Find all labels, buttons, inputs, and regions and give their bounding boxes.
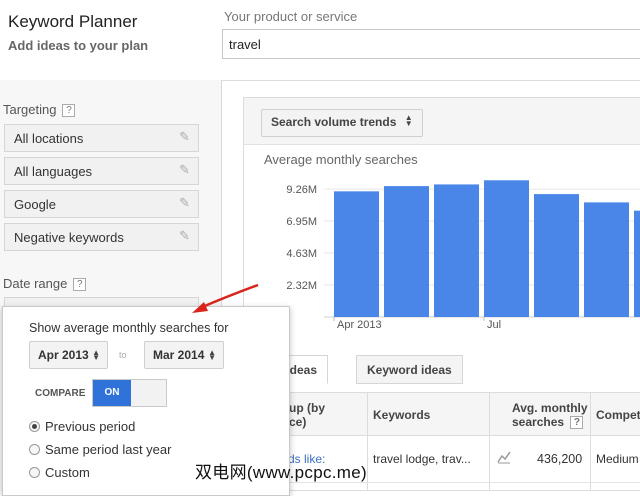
radio-unchecked-icon [29,467,40,478]
header-line: up (by [289,401,325,415]
compare-toggle-on[interactable]: ON [93,380,131,406]
targeting-item-label: All languages [14,164,93,179]
to-date-value: Mar 2014 [153,348,205,362]
column-header-ad-group[interactable]: up (by ce) [289,401,325,429]
targeting-item-network[interactable]: Google ✎ [4,190,199,218]
keywords-cell: travel lodge, trav... [373,452,471,466]
from-date-value: Apr 2013 [38,348,89,362]
x-tick-label: Apr 2013 [337,319,382,331]
radio-custom[interactable]: Custom [29,465,90,480]
header-line: ce) [289,415,307,429]
watermark-text: 双电网(www.pcpc.me) [195,463,367,482]
column-header-avg-monthly-searches[interactable]: Avg. monthly searches ? [512,401,588,429]
chart-bar[interactable] [384,186,429,317]
radio-label: Same period last year [45,442,172,457]
dropdown-label: Search volume trends [271,115,397,129]
pencil-icon: ✎ [179,162,190,177]
column-header-competition[interactable]: Compet [596,408,640,422]
targeting-heading: Targeting? [3,102,76,117]
updown-arrow-icon: ▲ ▼ [404,113,413,128]
pencil-icon: ✎ [179,129,190,144]
trend-chart-icon[interactable] [497,450,511,469]
product-field-label: Your product or service [224,9,358,24]
product-input[interactable] [222,29,640,59]
chart-bar[interactable] [534,194,579,317]
to-label: to [119,350,127,360]
targeting-item-languages[interactable]: All languages ✎ [4,157,199,185]
y-tick-label: 2.32M [286,280,317,292]
date-range-label: Date range [3,276,68,291]
radio-checked-icon [29,421,40,432]
chart-bar[interactable] [634,210,640,317]
chart-bar[interactable] [434,184,479,317]
targeting-item-negative-keywords[interactable]: Negative keywords ✎ [4,223,199,251]
column-header-keywords[interactable]: Keywords [373,408,430,422]
help-icon[interactable]: ? [73,278,87,291]
y-tick-label: 6.95M [286,216,317,228]
from-date-select[interactable]: Apr 2013 ▲ ▼ [29,341,108,369]
help-icon[interactable]: ? [62,104,76,117]
red-arrow-annotation [192,283,259,313]
pencil-icon: ✎ [179,228,190,243]
targeting-item-locations[interactable]: All locations ✎ [4,124,199,152]
popup-title: Show average monthly searches for [29,321,229,335]
to-date-select[interactable]: Mar 2014 ▲ ▼ [144,341,224,369]
competition-cell: Medium [596,452,639,466]
searches-cell: 436,200 [537,452,583,466]
x-tick-label: Jul [487,319,501,331]
y-tick-label: 9.26M [286,184,317,196]
y-tick-label: 4.63M [286,248,317,260]
chart-bar[interactable] [334,191,379,317]
compare-label: COMPARE [35,388,86,399]
pencil-icon: ✎ [179,195,190,210]
date-range-heading: Date range? [3,276,87,291]
radio-same-period-last-year[interactable]: Same period last year [29,442,171,457]
updown-arrow-icon: ▲ ▼ [208,348,216,362]
radio-label: Previous period [45,419,136,434]
radio-label: Custom [45,465,90,480]
help-icon[interactable]: ? [570,416,584,429]
app-subtitle: Add ideas to your plan [8,38,149,53]
header-line: searches [512,415,565,429]
tab-keyword-ideas[interactable]: Keyword ideas [356,355,463,384]
targeting-item-label: All locations [14,131,84,146]
chart-bar[interactable] [584,202,629,317]
app-title: Keyword Planner [8,12,138,31]
targeting-label: Targeting [3,102,57,117]
bar-chart: 9.26M 6.95M 4.63M 2.32M Apr 2013 Jul [286,180,640,331]
chart-bar[interactable] [484,180,529,317]
radio-previous-period[interactable]: Previous period [29,419,135,434]
chart-title: Average monthly searches [264,152,418,167]
search-volume-trends-dropdown[interactable]: Search volume trends ▲ ▼ [261,109,423,137]
radio-unchecked-icon [29,444,40,455]
header-line: Avg. monthly [512,401,588,415]
targeting-item-label: Negative keywords [14,230,124,245]
updown-arrow-icon: ▲ ▼ [92,348,100,362]
targeting-item-label: Google [14,197,56,212]
